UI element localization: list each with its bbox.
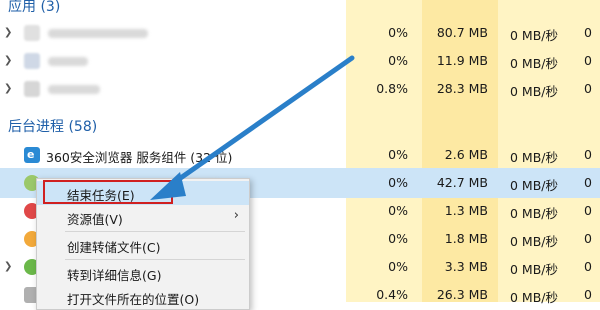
create-dump-menu-item[interactable]: 创建转储文件(C) [37,233,249,257]
cpu-value: 0% [388,175,408,190]
cpu-value: 0.4% [376,287,408,302]
app-row[interactable]: ❯ 0% 11.9 MB 0 MB/秒 0 [0,46,600,76]
chevron-right-icon[interactable]: ❯ [4,261,12,272]
resource-values-menu-item[interactable]: 资源值(V) › [37,205,249,229]
memory-value: 28.3 MB [436,81,488,96]
app-name-blurred [48,29,148,38]
cpu-value: 0% [388,53,408,68]
cpu-value: 0% [388,259,408,274]
network-value: 0 [584,147,592,162]
disk-value: 0 MB/秒 [510,206,558,221]
app-icon [24,81,40,97]
memory-value: 3.3 MB [444,259,488,274]
network-value: 0 [584,175,592,190]
bg-row[interactable]: e 360安全浏览器 服务组件 (32 位) 0% 2.6 MB 0 MB/秒 … [0,140,600,170]
app-row[interactable]: ❯ 0.8% 28.3 MB 0 MB/秒 0 [0,74,600,104]
network-value: 0 [584,259,592,274]
memory-value: 1.3 MB [444,203,488,218]
cpu-value: 0% [388,203,408,218]
chevron-right-icon[interactable]: ❯ [4,27,12,38]
go-to-details-label: 转到详细信息(G) [67,268,162,283]
memory-value: 26.3 MB [436,287,488,302]
open-file-location-label: 打开文件所在的位置(O) [67,292,200,307]
app-row[interactable]: ❯ 0% 80.7 MB 0 MB/秒 0 [0,18,600,48]
network-value: 0 [584,53,592,68]
memory-value: 80.7 MB [436,25,488,40]
create-dump-label: 创建转储文件(C) [67,240,161,255]
apps-group-header: 应用 (3) [8,0,61,15]
menu-separator [65,259,245,260]
disk-value: 0 MB/秒 [510,290,558,305]
app-icon [24,53,40,69]
disk-value: 0 MB/秒 [510,56,558,71]
open-file-location-menu-item[interactable]: 打开文件所在的位置(O) [37,285,249,309]
disk-value: 0 MB/秒 [510,84,558,99]
memory-value: 1.8 MB [444,231,488,246]
go-to-details-menu-item[interactable]: 转到详细信息(G) [37,261,249,285]
memory-value: 42.7 MB [436,175,488,190]
cpu-value: 0.8% [376,81,408,96]
process-name: 360安全浏览器 服务组件 (32 位) [46,150,233,165]
cpu-value: 0% [388,231,408,246]
menu-separator [65,231,245,232]
memory-value: 2.6 MB [444,147,488,162]
network-value: 0 [584,25,592,40]
memory-value: 11.9 MB [436,53,488,68]
app-icon [24,25,40,41]
browser-service-icon: e [24,147,40,163]
network-value: 0 [584,81,592,96]
chevron-right-icon[interactable]: ❯ [4,55,12,66]
app-name-blurred [48,57,88,66]
cpu-value: 0% [388,25,408,40]
disk-value: 0 MB/秒 [510,262,558,277]
chevron-right-icon[interactable]: ❯ [4,83,12,94]
cpu-value: 0% [388,147,408,162]
network-value: 0 [584,287,592,302]
disk-value: 0 MB/秒 [510,28,558,43]
app-name-blurred [48,85,100,94]
highlight-box [43,180,173,204]
network-value: 0 [584,203,592,218]
disk-value: 0 MB/秒 [510,234,558,249]
chevron-right-icon: › [233,208,239,223]
resource-values-label: 资源值(V) [67,212,123,227]
network-value: 0 [584,231,592,246]
disk-value: 0 MB/秒 [510,150,558,165]
background-group-header: 后台进程 (58) [8,119,98,135]
disk-value: 0 MB/秒 [510,178,558,193]
